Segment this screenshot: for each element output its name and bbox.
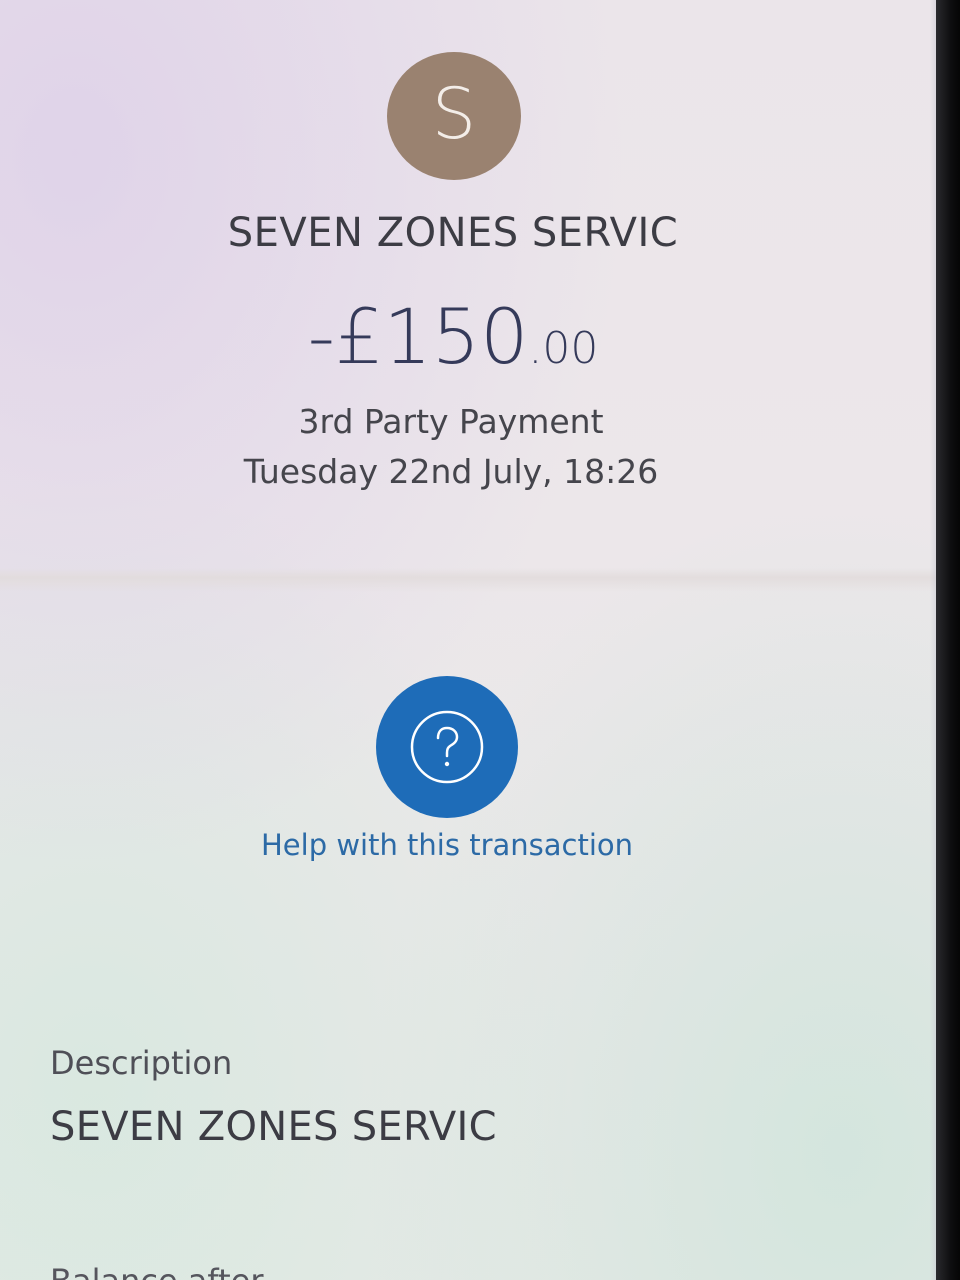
- transaction-details: Description SEVEN ZONES SERVIC Balance a…: [0, 1030, 936, 1280]
- help-section: Help with this transaction: [0, 600, 936, 940]
- transaction-header: S SEVEN ZONES SERVIC -£150.00 3rd Party …: [0, 0, 936, 570]
- merchant-avatar: S: [387, 52, 521, 180]
- merchant-name: SEVEN ZONES SERVIC: [227, 210, 679, 256]
- phone-bezel: [936, 0, 960, 1280]
- transaction-type: 3rd Party Payment: [298, 402, 604, 441]
- transaction-datetime: Tuesday 22nd July, 18:26: [243, 452, 659, 491]
- amount-pence: .00: [528, 323, 599, 374]
- phone-screen: S SEVEN ZONES SERVIC -£150.00 3rd Party …: [0, 0, 936, 1280]
- description-value: SEVEN ZONES SERVIC: [50, 1104, 497, 1150]
- description-label: Description: [50, 1044, 233, 1082]
- question-circle-icon: [410, 710, 484, 784]
- amount-pounds: -£150: [307, 292, 529, 381]
- avatar-letter: S: [431, 73, 477, 155]
- section-divider: [0, 568, 936, 592]
- balance-after-label: Balance after: [50, 1262, 264, 1280]
- help-link[interactable]: Help with this transaction: [0, 828, 894, 862]
- help-button[interactable]: [376, 676, 518, 818]
- transaction-amount: -£150.00: [0, 292, 906, 381]
